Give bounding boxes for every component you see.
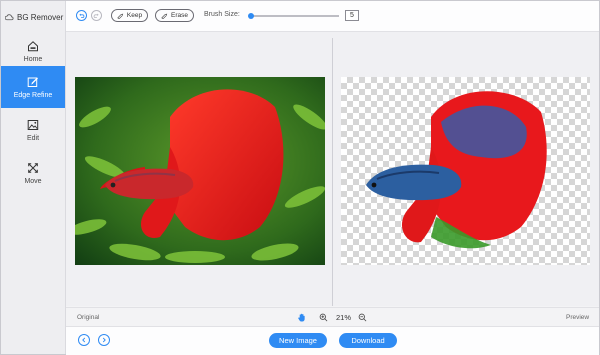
home-icon: [28, 40, 38, 51]
app-window: BG Remover Home Edge Refine Edit Move Ke…: [0, 0, 600, 355]
brush-size-slider-thumb[interactable]: [248, 13, 254, 19]
new-image-button[interactable]: New Image: [269, 333, 327, 348]
redo-icon: [93, 13, 99, 18]
zoom-level: 21%: [336, 313, 352, 322]
next-button[interactable]: [98, 334, 110, 346]
previous-button[interactable]: [78, 334, 90, 346]
canvas-divider: [332, 38, 333, 306]
sidebar: BG Remover Home Edge Refine Edit Move: [1, 1, 66, 354]
brush-size-value[interactable]: 5: [345, 10, 359, 21]
app-title-text: BG Remover: [17, 12, 64, 22]
edge-refine-icon: [27, 77, 38, 87]
download-button[interactable]: Download: [339, 333, 397, 348]
preview-image: [341, 77, 590, 265]
sidebar-item-label: Edge Refine: [13, 91, 53, 99]
sidebar-item-label: Home: [23, 55, 43, 63]
status-bar: Original 21% Preview: [66, 307, 599, 327]
undo-button[interactable]: [76, 10, 87, 21]
bottom-bar: New Image Download: [66, 326, 599, 355]
brush-erase-icon: [161, 13, 168, 19]
brush-keep-icon: [117, 13, 124, 19]
chevron-left-icon: [82, 337, 86, 343]
cloud-logo-icon: [5, 13, 14, 20]
hand-pan-icon[interactable]: [297, 313, 306, 322]
move-icon: [28, 162, 38, 173]
canvas-area: [66, 32, 599, 306]
original-image: [75, 77, 325, 265]
keep-label: Keep: [126, 12, 143, 19]
sidebar-item-label: Move: [24, 177, 42, 185]
preview-image-graphic: [366, 91, 547, 249]
sidebar-item-move[interactable]: Move: [1, 152, 65, 194]
zoom-in-icon[interactable]: [319, 313, 328, 322]
erase-label: Erase: [171, 12, 188, 19]
original-label: Original: [77, 314, 100, 321]
preview-label: Preview: [566, 314, 590, 321]
zoom-out-icon[interactable]: [358, 313, 367, 322]
undo-icon: [79, 13, 85, 18]
sidebar-item-label: Edit: [26, 134, 40, 142]
toolbar: Keep Erase Brush Size: 5: [66, 1, 599, 32]
erase-button[interactable]: Erase: [155, 9, 194, 22]
redo-button[interactable]: [91, 10, 102, 21]
sidebar-item-edge-refine[interactable]: Edge Refine: [1, 66, 65, 108]
original-image-graphic: [75, 77, 325, 265]
image-edit-icon: [27, 119, 39, 130]
keep-button[interactable]: Keep: [111, 9, 148, 22]
brush-size-label: Brush Size:: [204, 11, 240, 18]
chevron-right-icon: [102, 337, 106, 343]
sidebar-item-edit[interactable]: Edit: [1, 109, 65, 151]
brush-size-slider[interactable]: [248, 13, 339, 19]
app-title: BG Remover: [5, 11, 63, 23]
